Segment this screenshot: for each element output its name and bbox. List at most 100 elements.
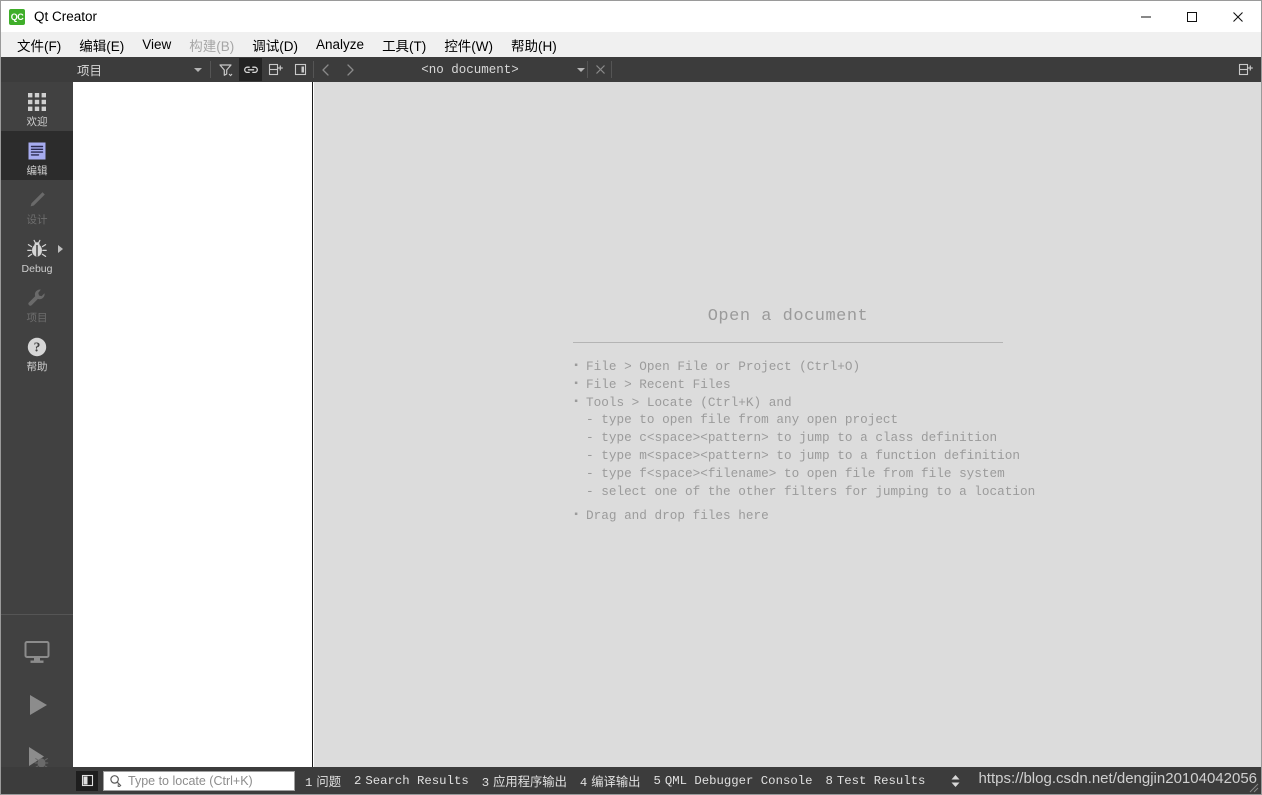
output-pane-tabs: 1 问题 2 Search Results 3 应用程序输出 4 编译输出 5 QML D… (305, 772, 961, 790)
status-tab-search-results[interactable]: 2 Search Results (354, 774, 469, 788)
tab-label: QML Debugger Console (664, 773, 813, 788)
list-item: - type f<space><filename> to open file f… (586, 465, 1005, 481)
maximize-button[interactable] (1169, 1, 1215, 32)
sidebar-toolbar: 项目 (73, 57, 313, 82)
divider (611, 61, 612, 78)
title-bar: QC Qt Creator (1, 1, 1261, 32)
bullet-icon: ▪ (573, 378, 580, 390)
divider (1, 614, 73, 615)
sidebar-item-label: 设计 (26, 213, 48, 226)
divider (573, 342, 1003, 343)
tab-label: Test Results (836, 773, 926, 788)
hint-text: Drag and drop files here (586, 508, 769, 524)
tab-number: 4 (579, 775, 588, 790)
navigation-buttons (314, 57, 362, 82)
tab-label: Search Results (365, 773, 469, 788)
bullet-icon: ▪ (573, 510, 580, 522)
sidebar-item-projects[interactable]: 项目 (1, 278, 73, 327)
app-logo-icon: QC (9, 8, 25, 25)
up-down-arrow-icon[interactable] (950, 774, 961, 788)
menu-build[interactable]: 构建(B) (180, 32, 243, 58)
chevron-right-icon[interactable] (338, 57, 362, 82)
status-bar: Type to locate (Ctrl+K) 1 问题 2 Search Resu… (1, 767, 1261, 794)
tab-number: 1 (305, 775, 313, 790)
grid-icon (26, 90, 48, 114)
list-item: - select one of the other filters for ju… (586, 483, 1036, 499)
status-tab-application-output[interactable]: 3 应用程序输出 (482, 772, 567, 790)
sidebar-toggle-icon[interactable] (289, 58, 312, 81)
list-item: ▪ File > Open File or Project (Ctrl+O) (573, 358, 1003, 376)
kit-selector-button[interactable] (1, 627, 73, 679)
menu-widgets[interactable]: 控件(W) (435, 32, 502, 58)
bullet-icon: ▪ (573, 396, 580, 408)
status-tab-qml-debugger-console[interactable]: 5 QML Debugger Console (653, 774, 812, 788)
sidebar-item-debug[interactable]: Debug (1, 229, 73, 278)
divider (587, 61, 588, 78)
sidebar-item-edit[interactable]: 编辑 (1, 131, 73, 180)
tab-number: 3 (481, 775, 490, 790)
hint-text: File > Recent Files (586, 376, 731, 392)
list-item: ▪ Drag and drop files here (573, 507, 1003, 525)
split-add-icon[interactable] (1234, 58, 1257, 81)
menu-help[interactable]: 帮助(H) (502, 32, 566, 58)
chevron-left-icon[interactable] (314, 57, 338, 82)
tab-label: 编译输出 (591, 775, 641, 790)
play-icon (22, 691, 52, 719)
minimize-button[interactable] (1123, 1, 1169, 32)
sidebar-item-label: 项目 (26, 311, 48, 324)
bug-icon (26, 237, 48, 261)
bullet-icon: ▪ (573, 361, 580, 372)
sidebar-item-design[interactable]: 设计 (1, 180, 73, 229)
open-document-hint: Open a document ▪ File > Open File or Pr… (573, 307, 1036, 525)
link-icon[interactable] (239, 58, 262, 81)
chevron-down-icon (577, 67, 585, 72)
sidebar-item-label: 帮助 (26, 360, 48, 373)
edit-document-icon (26, 139, 48, 163)
list-item: - type c<space><pattern> to jump to a cl… (586, 430, 998, 446)
chevron-down-icon (194, 67, 202, 72)
close-button[interactable] (1215, 1, 1261, 32)
menu-debug[interactable]: 调试(D) (243, 32, 307, 58)
menu-edit[interactable]: 编辑(E) (70, 32, 133, 58)
editor-toolbar: 项目 <no document> (1, 57, 1261, 82)
chevron-right-icon[interactable] (58, 245, 63, 253)
menu-view[interactable]: View (133, 34, 180, 55)
sidebar-item-help[interactable]: ? 帮助 (1, 327, 73, 376)
tab-number: 8 (825, 773, 833, 788)
resize-grip[interactable] (1247, 781, 1259, 793)
document-selector-label: <no document> (421, 62, 519, 77)
page-title: Open a document (707, 307, 869, 326)
project-tree-panel[interactable] (73, 82, 313, 769)
window-controls (1123, 1, 1261, 32)
sidebar-item-label: 欢迎 (26, 115, 48, 128)
divider (210, 61, 211, 78)
filter-icon[interactable] (214, 58, 237, 81)
monitor-icon (22, 639, 52, 667)
tab-label: 问题 (316, 775, 341, 790)
hint-text: File > Open File or Project (Ctrl+O) (586, 359, 861, 374)
window-title: Qt Creator (34, 9, 98, 24)
status-tab-test-results[interactable]: 8 Test Results (825, 774, 925, 788)
document-selector-combo[interactable]: <no document> (363, 57, 589, 82)
menu-file[interactable]: 文件(F) (8, 32, 70, 58)
wrench-icon (26, 286, 48, 310)
sidebar-item-label: 编辑 (26, 164, 48, 177)
search-input[interactable]: Type to locate (Ctrl+K) (103, 770, 295, 791)
status-tab-issues[interactable]: 1 问题 (305, 772, 341, 790)
pencil-icon (26, 188, 48, 212)
hint-list: ▪ File > Open File or Project (Ctrl+O) ▪… (573, 358, 1036, 525)
menu-bar: 文件(F) 编辑(E) View 构建(B) 调试(D) Analyze 工具(… (1, 32, 1261, 57)
list-item: - type to open file from any open projec… (586, 412, 899, 428)
split-add-icon[interactable] (264, 58, 287, 81)
sidebar-item-welcome[interactable]: 欢迎 (1, 82, 73, 131)
close-document-button[interactable] (589, 57, 611, 82)
status-tab-compile-output[interactable]: 4 编译输出 (580, 772, 641, 790)
qt-creator-window: QC Qt Creator 文件(F) 编辑(E) View 构建(B) 调试(… (0, 0, 1262, 795)
menu-analyze[interactable]: Analyze (307, 34, 373, 55)
run-button[interactable] (1, 679, 73, 731)
tab-label: 应用程序输出 (493, 775, 567, 790)
menu-tools[interactable]: 工具(T) (373, 32, 435, 58)
tab-number: 2 (354, 773, 362, 788)
panel-toggle-icon[interactable] (76, 770, 98, 791)
project-view-combo[interactable]: 项目 (73, 57, 208, 82)
